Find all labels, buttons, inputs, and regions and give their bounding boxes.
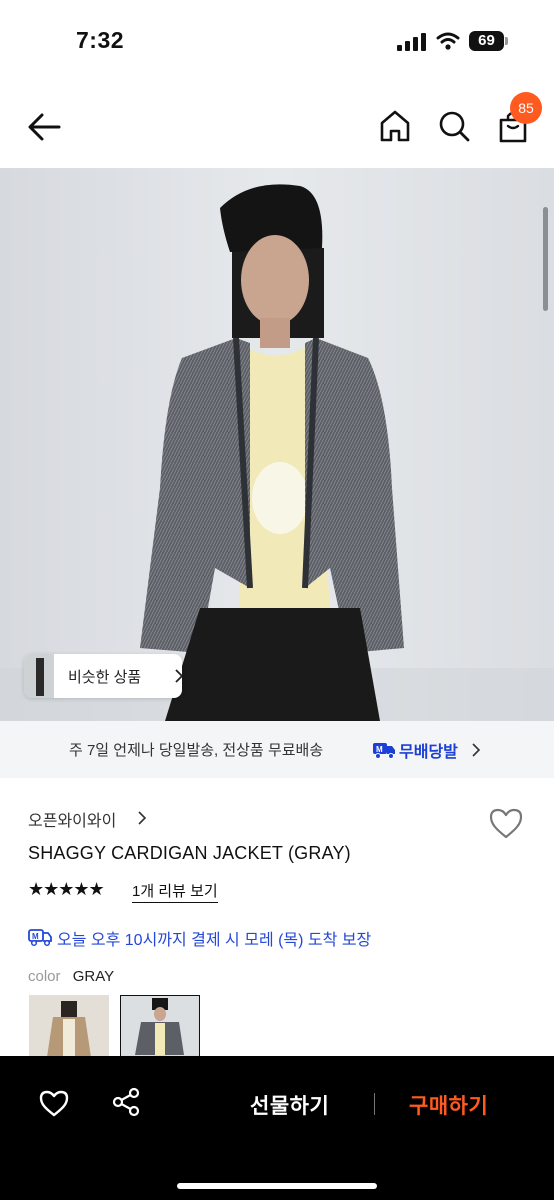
delivery-eta-text: 오늘 오후 10시까지 결제 시 모레 (목) 도착 보장 [57,932,372,949]
brand-link[interactable]: 오픈와이와이 [28,807,116,831]
share-icon[interactable] [110,1086,142,1118]
search-icon[interactable] [437,108,471,144]
image-scrollbar[interactable] [543,207,548,311]
divider [374,1093,375,1115]
wifi-icon [436,32,460,50]
status-bar: 7:32 69 [0,0,554,84]
heart-icon[interactable] [38,1088,70,1118]
cart-count-badge: 85 [510,92,542,124]
similar-products-label: 비슷한 상품 [68,669,142,686]
chevron-right-icon [472,743,481,757]
battery-level: 69 [469,31,504,51]
status-time: 7:32 [76,27,125,53]
chevron-right-icon [138,811,147,825]
product-title: SHAGGY CARDIGAN JACKET (GRAY) [28,843,351,863]
color-value: GRAY [72,968,115,985]
similar-products-button[interactable]: 비슷한 상품 [24,654,184,698]
svg-text:M: M [32,932,39,941]
cellular-signal-icon [397,33,426,51]
delivery-promo-text: 주 7일 언제나 당일발송, 전상품 무료배송 [69,742,324,759]
gift-button[interactable]: 선물하기 [250,1090,329,1120]
color-label: color [28,968,61,985]
color-swatch-gray[interactable] [120,995,200,1057]
delivery-truck-icon: M [373,743,395,759]
product-photo [0,168,554,721]
review-link[interactable]: 1개 리뷰 보기 [132,880,218,903]
home-indicator[interactable] [177,1183,377,1189]
similar-thumbnail [24,654,54,698]
color-swatch-beige[interactable] [29,995,109,1057]
delivery-brand-label: 무배당발 [399,744,458,761]
heart-icon[interactable] [488,806,524,840]
svg-text:M: M [376,745,383,754]
delivery-banner[interactable]: 주 7일 언제나 당일발송, 전상품 무료배송 M 무배당발 [0,721,554,778]
chevron-right-icon [175,669,184,683]
home-icon[interactable] [378,108,412,144]
top-nav [0,84,554,168]
delivery-truck-icon: M [28,929,52,947]
battery-icon: 69 [469,31,509,51]
buy-button[interactable]: 구매하기 [409,1090,488,1120]
bottom-action-bar: 선물하기 구매하기 [0,1056,554,1200]
back-arrow-icon[interactable] [26,108,64,146]
star-rating: ★★★★★ [28,879,105,899]
product-image[interactable] [0,168,554,721]
color-selector-label: color GRAY [28,968,114,985]
